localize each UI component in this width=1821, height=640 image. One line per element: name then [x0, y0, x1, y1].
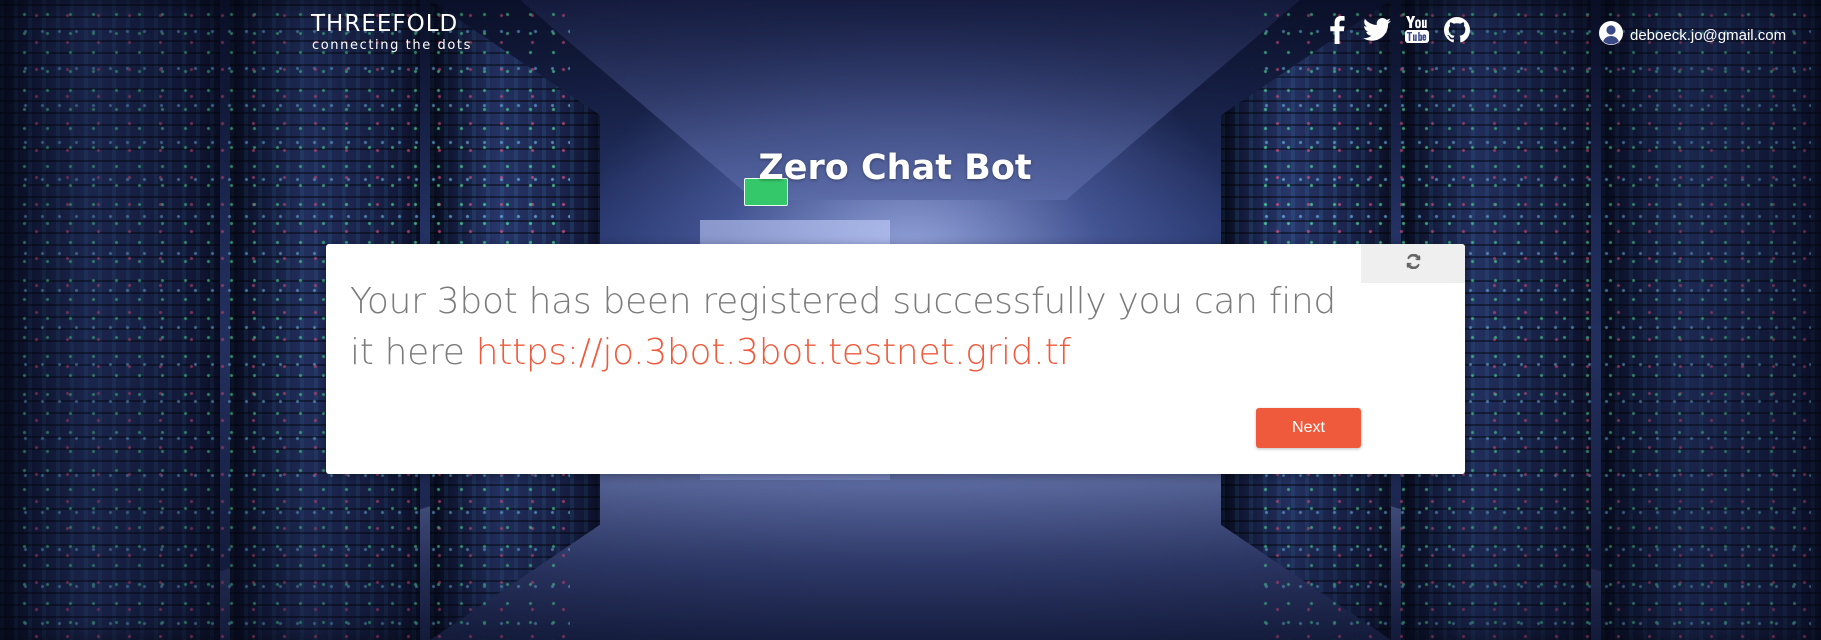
- social-links: [1323, 16, 1471, 44]
- user-menu[interactable]: deboeck.jo@gmail.com: [1598, 20, 1786, 51]
- user-circle-icon: [1598, 20, 1624, 51]
- facebook-icon[interactable]: [1323, 16, 1351, 44]
- page-title: Zero Chat Bot: [758, 148, 1032, 188]
- chat-card: Your 3bot has been registered successful…: [326, 244, 1465, 474]
- youtube-icon[interactable]: [1403, 16, 1431, 44]
- refresh-button[interactable]: [1361, 244, 1465, 283]
- twitter-icon[interactable]: [1363, 16, 1391, 44]
- chat-message: Your 3bot has been registered successful…: [350, 276, 1350, 378]
- user-email: deboeck.jo@gmail.com: [1630, 27, 1787, 44]
- logo-wordmark: THREEFOLD: [311, 11, 459, 37]
- refresh-icon: [1406, 253, 1421, 274]
- 3bot-url-link[interactable]: https://jo.3bot.3bot.testnet.grid.tf: [476, 332, 1071, 373]
- threefold-logo[interactable]: THREEFOLD connecting the dots: [311, 10, 472, 53]
- github-icon[interactable]: [1443, 16, 1471, 44]
- next-button[interactable]: Next: [1256, 408, 1361, 448]
- logo-tagline: connecting the dots: [312, 38, 472, 53]
- page: THREEFOLD connecting the dots deboeck.jo…: [0, 0, 1821, 640]
